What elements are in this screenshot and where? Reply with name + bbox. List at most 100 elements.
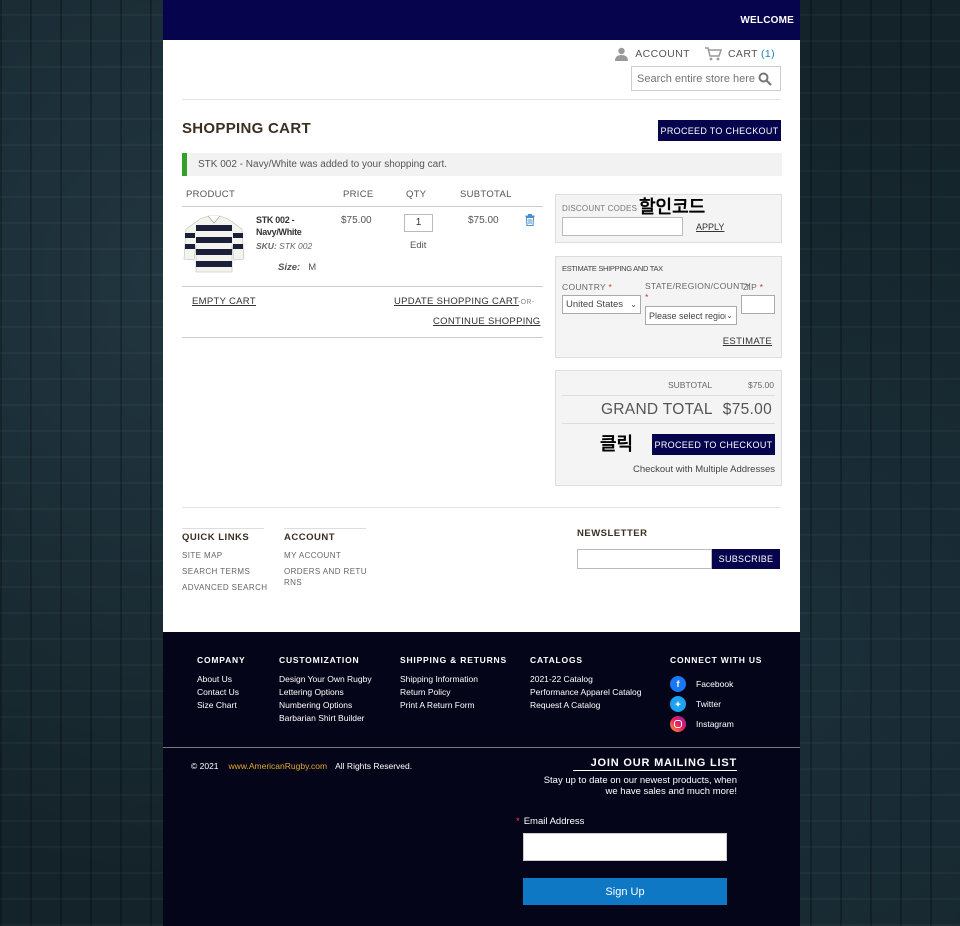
empty-cart-link[interactable]: EMPTY CART bbox=[192, 296, 256, 307]
continue-shopping-link[interactable]: CONTINUE SHOPPING bbox=[433, 316, 541, 327]
required-mark: * bbox=[645, 292, 649, 302]
performance-catalog-link[interactable]: Performance Apparel Catalog bbox=[530, 686, 642, 699]
country-select[interactable]: United States ⌄ bbox=[562, 295, 641, 314]
col-price: PRICE bbox=[343, 189, 374, 200]
zip-input[interactable] bbox=[741, 295, 775, 314]
account-link[interactable]: ACCOUNT bbox=[614, 47, 690, 61]
sku-value: STK 002 bbox=[279, 241, 313, 251]
search-input[interactable] bbox=[632, 72, 756, 85]
cart-link[interactable]: CART (1) bbox=[704, 47, 775, 61]
discount-label: DISCOUNT CODES bbox=[562, 204, 638, 213]
cart-item-row: STK 002 - Navy/White SKU: STK 002 Size: M… bbox=[182, 207, 543, 287]
or-separator: -OR- bbox=[518, 299, 535, 306]
cart-label: CART bbox=[727, 48, 758, 60]
update-cart-link[interactable]: UPDATE SHOPPING CART bbox=[394, 296, 519, 307]
subscribe-button[interactable]: SUBSCRIBE bbox=[712, 549, 780, 569]
twitter-link[interactable]: ✦ Twitter bbox=[670, 696, 721, 712]
lettering-link[interactable]: Lettering Options bbox=[279, 686, 344, 699]
click-annotation: 클릭 bbox=[600, 434, 634, 455]
discount-code-input[interactable] bbox=[562, 217, 683, 236]
estimate-shipping-panel: ESTIMATE SHIPPING AND TAX COUNTRY * STAT… bbox=[555, 256, 782, 358]
product-image[interactable] bbox=[182, 215, 246, 273]
subtotal-label: SUBTOTAL bbox=[668, 380, 713, 390]
connect-title: CONNECT WITH US bbox=[670, 655, 763, 665]
search-box bbox=[631, 66, 781, 91]
newsletter-input[interactable] bbox=[577, 549, 712, 569]
copyright-text: © 2021 bbox=[191, 761, 219, 771]
contact-us-link[interactable]: Contact Us bbox=[197, 686, 239, 699]
edit-link[interactable]: Edit bbox=[410, 240, 426, 251]
email-input[interactable] bbox=[523, 833, 727, 861]
required-mark: * bbox=[608, 282, 613, 292]
header: ACCOUNT CART (1) bbox=[182, 40, 781, 100]
numbering-link[interactable]: Numbering Options bbox=[279, 699, 352, 712]
apply-discount-link[interactable]: APPLY bbox=[696, 222, 724, 232]
rights-text: All Rights Reserved. bbox=[335, 761, 413, 771]
account-title: ACCOUNT bbox=[284, 528, 366, 543]
twitter-label: Twitter bbox=[696, 699, 722, 709]
discount-panel: DISCOUNT CODES 할인코드 APPLY bbox=[555, 194, 782, 243]
site-map-link[interactable]: SITE MAP bbox=[182, 550, 223, 561]
sign-up-button[interactable]: Sign Up bbox=[523, 878, 727, 905]
copyright: © 2021 www.AmericanRugby.com All Rights Re… bbox=[191, 761, 412, 771]
item-price: $75.00 bbox=[341, 215, 372, 226]
product-sku: SKU: STK 002 bbox=[256, 241, 312, 251]
footer-divider bbox=[163, 747, 800, 748]
orders-returns-link[interactable]: ORDERS AND RETURNS bbox=[284, 566, 370, 588]
search-icon[interactable] bbox=[758, 72, 772, 86]
product-size: Size: M bbox=[278, 262, 316, 273]
shipping-info-link[interactable]: Shipping Information bbox=[400, 673, 478, 686]
subtotal-value: $75.00 bbox=[748, 380, 774, 390]
customization-title: CUSTOMIZATION bbox=[279, 655, 360, 665]
quick-links-title: QUICK LINKS bbox=[182, 528, 264, 543]
main-content: SHOPPING CART PROCEED TO CHECKOUT STK 00… bbox=[182, 100, 782, 507]
return-policy-link[interactable]: Return Policy bbox=[400, 686, 451, 699]
my-account-link[interactable]: MY ACCOUNT bbox=[284, 550, 341, 561]
barbarian-link[interactable]: Barbarian Shirt Builder bbox=[279, 712, 365, 725]
totals-panel: SUBTOTAL $75.00 GRAND TOTAL $75.00 클릭 PRO… bbox=[555, 370, 782, 486]
facebook-icon: f bbox=[670, 676, 686, 692]
state-value: Please select region bbox=[649, 310, 727, 321]
cart-count: (1) bbox=[760, 48, 775, 60]
trash-icon[interactable] bbox=[525, 214, 535, 226]
design-rugby-link[interactable]: Design Your Own Rugby bbox=[279, 673, 372, 686]
search-terms-link[interactable]: SEARCH TERMS bbox=[182, 566, 250, 577]
success-message: STK 002 - Navy/White was added to your s… bbox=[182, 153, 782, 176]
return-form-link[interactable]: Print A Return Form bbox=[400, 699, 475, 712]
chevron-down-icon: ⌄ bbox=[726, 311, 733, 320]
required-mark: * bbox=[516, 816, 520, 827]
instagram-label: Instagram bbox=[696, 719, 734, 729]
col-product: PRODUCT bbox=[186, 189, 236, 200]
proceed-to-checkout-button[interactable]: PROCEED TO CHECKOUT bbox=[658, 120, 781, 141]
welcome-text: WELCOME bbox=[740, 14, 794, 26]
mailing-subtitle: Stay up to date on our newest products, … bbox=[543, 775, 737, 797]
mailing-title: JOIN OUR MAILING LIST bbox=[573, 757, 737, 771]
size-value: M bbox=[308, 262, 317, 273]
page-container: WELCOME ACCOUNT CART (1) SHOPPING CART P… bbox=[163, 0, 800, 926]
site-link[interactable]: www.AmericanRugby.com bbox=[229, 761, 328, 771]
product-name[interactable]: STK 002 - Navy/White bbox=[256, 214, 306, 238]
footer-links: QUICK LINKS SITE MAP SEARCH TERMS ADVANC… bbox=[182, 507, 781, 632]
estimate-title: ESTIMATE SHIPPING AND TAX bbox=[562, 264, 663, 273]
instagram-link[interactable]: Instagram bbox=[670, 716, 734, 732]
zip-label: ZIP * bbox=[743, 282, 763, 292]
user-icon bbox=[615, 47, 629, 61]
shipping-title: SHIPPING & RETURNS bbox=[400, 655, 507, 665]
col-subtotal: SUBTOTAL bbox=[460, 189, 512, 200]
size-chart-link[interactable]: Size Chart bbox=[197, 699, 237, 712]
required-mark: * bbox=[759, 282, 764, 292]
request-catalog-link[interactable]: Request A Catalog bbox=[530, 699, 600, 712]
multi-address-link[interactable]: Checkout with Multiple Addresses bbox=[633, 464, 775, 475]
estimate-link[interactable]: ESTIMATE bbox=[723, 336, 772, 347]
about-us-link[interactable]: About Us bbox=[197, 673, 232, 686]
sku-label: SKU: bbox=[256, 241, 277, 251]
qty-input[interactable]: 1 bbox=[404, 214, 433, 232]
proceed-to-checkout-button-side[interactable]: PROCEED TO CHECKOUT bbox=[652, 434, 775, 455]
country-label: COUNTRY * bbox=[562, 282, 612, 292]
company-title: COMPANY bbox=[197, 655, 246, 665]
facebook-link[interactable]: f Facebook bbox=[670, 676, 733, 692]
state-select[interactable]: Please select region ⌄ bbox=[645, 306, 737, 325]
catalog-link[interactable]: 2021-22 Catalog bbox=[530, 673, 593, 686]
advanced-search-link[interactable]: ADVANCED SEARCH bbox=[182, 582, 267, 593]
page-title: SHOPPING CART bbox=[182, 120, 311, 137]
